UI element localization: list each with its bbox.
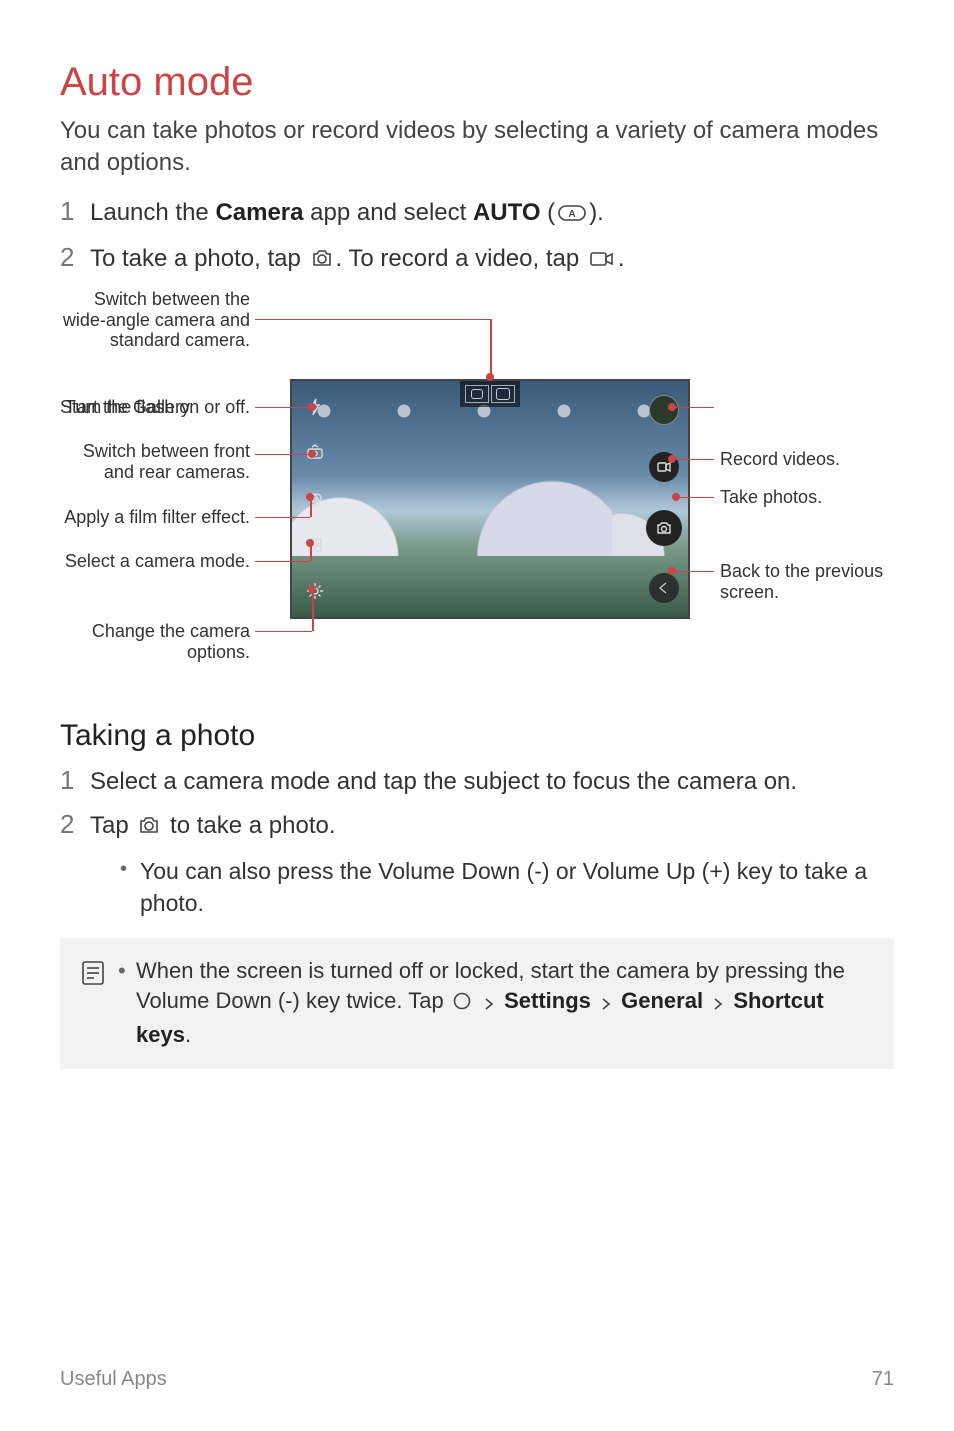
- taking-photo-heading: Taking a photo: [60, 719, 894, 753]
- step-2-frag-b: . To record a video, tap: [336, 245, 586, 272]
- step-2-text: To take a photo, tap . To record a video…: [90, 242, 625, 279]
- general-label: General: [621, 988, 703, 1013]
- camera-ui-diagram: Switch between the wide-angle camera and…: [60, 289, 910, 689]
- photo-step-number-2: 2: [60, 809, 90, 840]
- step-1: 1 Launch the Camera app and select AUTO …: [60, 196, 894, 233]
- back-button-icon: [649, 573, 679, 603]
- step-2: 2 To take a photo, tap . To record a vid…: [60, 242, 894, 279]
- step-number-2: 2: [60, 242, 90, 273]
- note-frag-e: .: [185, 1022, 191, 1047]
- svg-text:A: A: [569, 209, 576, 220]
- photo-step-2: 2 Tap to take a photo.: [60, 809, 894, 846]
- label-back: Back to the previous screen.: [720, 561, 910, 602]
- step-2-frag-a: To take a photo, tap: [90, 245, 308, 272]
- chevron-right-icon-2: [599, 989, 613, 1020]
- bullet-dot: •: [120, 855, 140, 919]
- chevron-right-icon: [482, 989, 496, 1020]
- label-filter: Apply a film filter effect.: [60, 507, 250, 528]
- step-1-frag-a: Launch the: [90, 199, 215, 226]
- volume-key-bullet: • You can also press the Volume Down (-)…: [120, 855, 894, 919]
- label-take-photo: Take photos.: [720, 487, 910, 508]
- photo-step-1: 1 Select a camera mode and tap the subje…: [60, 765, 894, 799]
- lens-toggle: [460, 381, 520, 407]
- chevron-right-icon-3: [711, 989, 725, 1020]
- page-title: Auto mode: [60, 60, 894, 105]
- auto-label: AUTO: [473, 199, 541, 226]
- footer-section: Useful Apps: [60, 1368, 167, 1391]
- volume-key-text: You can also press the Volume Down (-) o…: [140, 855, 894, 919]
- wide-angle-toggle-icon: [465, 385, 489, 403]
- photo-step-2-frag-b: to take a photo.: [163, 812, 335, 839]
- intro-paragraph: You can take photos or record videos by …: [60, 115, 894, 180]
- home-circle-icon: [452, 989, 472, 1020]
- photo-button-icon: [646, 510, 682, 546]
- note-box: • When the screen is turned off or locke…: [60, 938, 894, 1069]
- step-1-frag-f: ).: [589, 199, 604, 226]
- step-1-frag-c: app and select: [304, 199, 473, 226]
- footer-page-number: 71: [872, 1368, 894, 1391]
- video-record-icon: [588, 245, 616, 279]
- camera-shutter-icon: [310, 245, 334, 279]
- label-gallery: Start the Gallery.: [60, 397, 250, 418]
- note-icon: [78, 956, 118, 993]
- label-front-rear: Switch between front and rear cameras.: [60, 441, 250, 482]
- step-1-text: Launch the Camera app and select AUTO ( A…: [90, 196, 604, 233]
- photo-step-number-1: 1: [60, 765, 90, 796]
- auto-mode-icon: A: [557, 199, 587, 233]
- camera-preview-mock: [290, 379, 690, 619]
- standard-lens-toggle-icon: [491, 385, 515, 403]
- page-footer: Useful Apps 71: [60, 1368, 894, 1391]
- settings-label: Settings: [504, 988, 591, 1013]
- label-options: Change the camera options.: [60, 621, 250, 662]
- label-record: Record videos.: [720, 449, 910, 470]
- step-1-frag-e: (: [541, 199, 556, 226]
- photo-step-2-text: Tap to take a photo.: [90, 809, 336, 846]
- label-mode: Select a camera mode.: [60, 551, 250, 572]
- photo-step-2-frag-a: Tap: [90, 812, 135, 839]
- note-body: • When the screen is turned off or locke…: [118, 956, 874, 1051]
- camera-shutter-icon-2: [137, 812, 161, 846]
- photo-step-1-text: Select a camera mode and tap the subject…: [90, 765, 797, 799]
- label-lens-switch: Switch between the wide-angle camera and…: [60, 289, 250, 351]
- step-2-frag-c: .: [618, 245, 625, 272]
- step-number-1: 1: [60, 196, 90, 227]
- camera-app-name: Camera: [215, 199, 303, 226]
